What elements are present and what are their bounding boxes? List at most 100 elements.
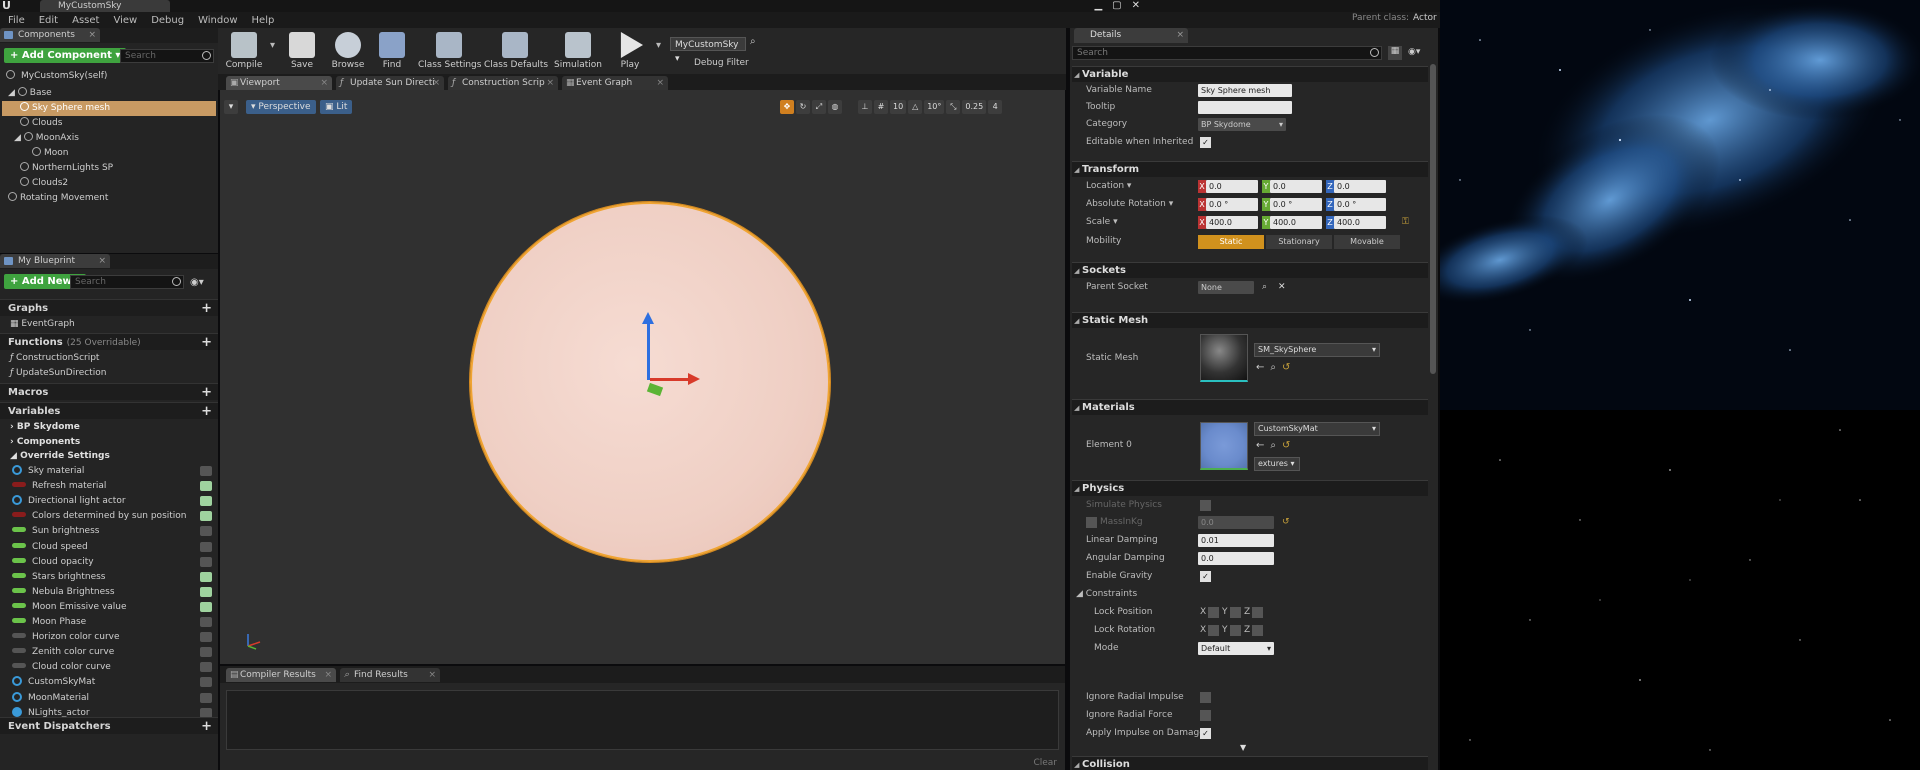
- gizmo-z-axis[interactable]: [647, 322, 650, 380]
- close-icon[interactable]: ✕: [1132, 0, 1140, 11]
- static-mesh-thumbnail[interactable]: [1200, 334, 1248, 382]
- visibility-eye-icon[interactable]: [200, 481, 212, 492]
- lock-rotation-x-checkbox[interactable]: [1208, 625, 1219, 636]
- function-update-sun-direction[interactable]: ƒ UpdateSunDirection: [0, 366, 218, 381]
- variables-header[interactable]: Variables +: [0, 402, 218, 419]
- variable-item[interactable]: Horizon color curve: [0, 630, 218, 645]
- transform-section[interactable]: Transform: [1072, 161, 1428, 178]
- variable-item[interactable]: Colors determined by sun position: [0, 509, 218, 524]
- location-x-input[interactable]: 0.0: [1206, 180, 1258, 193]
- visibility-eye-icon[interactable]: [200, 556, 212, 567]
- macros-header[interactable]: Macros +: [0, 383, 218, 400]
- graphs-header[interactable]: Graphs +: [0, 299, 218, 316]
- find-button[interactable]: Find: [368, 30, 416, 72]
- visibility-eye-icon[interactable]: [200, 541, 212, 552]
- variable-item[interactable]: Moon Phase: [0, 615, 218, 630]
- details-search-input[interactable]: Search: [1072, 46, 1382, 60]
- tree-item-base[interactable]: ◢ Base: [2, 86, 216, 101]
- reset-icon[interactable]: ↺: [1282, 362, 1296, 373]
- tree-item-rotating-movement[interactable]: Rotating Movement: [2, 191, 216, 206]
- editable-inherited-checkbox[interactable]: ✓: [1200, 137, 1211, 148]
- simulate-physics-checkbox[interactable]: [1200, 500, 1211, 511]
- visibility-eye-icon[interactable]: [200, 662, 212, 673]
- variable-item[interactable]: Moon Emissive value: [0, 600, 218, 615]
- visibility-eye-icon[interactable]: [200, 617, 212, 627]
- details-tab[interactable]: Details ×: [1074, 28, 1188, 43]
- rotation-snap-icon[interactable]: △: [908, 100, 923, 114]
- textures-button[interactable]: extures ▾: [1254, 457, 1300, 471]
- close-icon[interactable]: ×: [546, 76, 554, 90]
- property-matrix-icon[interactable]: ▦: [1388, 46, 1402, 60]
- constraints-row[interactable]: ◢ Constraints: [1072, 586, 1428, 603]
- mobility-movable-button[interactable]: Movable: [1334, 235, 1400, 249]
- camera-speed-value[interactable]: 4: [988, 100, 1003, 114]
- search-icon[interactable]: ⌕: [1262, 279, 1267, 296]
- variable-name-input[interactable]: Sky Sphere mesh: [1198, 84, 1292, 97]
- variable-section[interactable]: Variable: [1072, 66, 1428, 83]
- compile-button[interactable]: Compile: [220, 30, 268, 72]
- tree-item-clouds2[interactable]: Clouds2: [2, 176, 216, 191]
- variable-item[interactable]: MoonMaterial: [0, 691, 218, 706]
- tab-update-sun-direction[interactable]: ƒ Update Sun Directi ×: [336, 76, 444, 90]
- menu-file[interactable]: File: [8, 15, 25, 26]
- apply-impulse-checkbox[interactable]: ✓: [1200, 728, 1211, 739]
- lock-scale-icon[interactable]: ⚿: [1402, 214, 1409, 231]
- location-y-input[interactable]: 0.0: [1270, 180, 1322, 193]
- menu-debug[interactable]: Debug: [151, 15, 184, 26]
- grid-snap-value[interactable]: 10: [890, 100, 907, 114]
- translate-icon[interactable]: ✥: [780, 100, 794, 114]
- components-search-input[interactable]: Search: [120, 49, 214, 63]
- surface-snap-icon[interactable]: ⊥: [858, 100, 872, 114]
- scale-x-input[interactable]: 400.0: [1206, 216, 1258, 229]
- visibility-eye-icon[interactable]: [200, 677, 212, 688]
- rotation-x-input[interactable]: 0.0 °: [1206, 198, 1258, 211]
- lock-rotation-y-checkbox[interactable]: [1230, 625, 1241, 636]
- reset-icon[interactable]: ↺: [1282, 514, 1290, 531]
- rotation-y-input[interactable]: 0.0 °: [1270, 198, 1322, 211]
- tree-item-moonaxis[interactable]: ◢ MoonAxis: [2, 131, 216, 146]
- clear-icon[interactable]: ✕: [1278, 279, 1286, 296]
- mass-input[interactable]: 0.0: [1198, 516, 1274, 529]
- tree-item-sky-sphere-mesh[interactable]: Sky Sphere mesh: [2, 101, 216, 116]
- angular-damping-input[interactable]: 0.0: [1198, 552, 1274, 565]
- static-mesh-select[interactable]: SM_SkySphere ▾: [1254, 343, 1380, 357]
- mobility-static-button[interactable]: Static: [1198, 235, 1264, 249]
- close-icon[interactable]: ×: [88, 28, 96, 42]
- tab-construction-script[interactable]: ƒ Construction Scrip ×: [448, 76, 558, 90]
- minimize-icon[interactable]: ▁: [1094, 0, 1102, 11]
- details-scrollbar[interactable]: [1430, 64, 1436, 374]
- mobility-stationary-button[interactable]: Stationary: [1266, 235, 1332, 249]
- viewport-options-chevron-icon[interactable]: ▾: [224, 100, 238, 114]
- variable-item[interactable]: Directional light actor: [0, 494, 218, 509]
- parent-socket-input[interactable]: None: [1198, 281, 1254, 294]
- variable-item[interactable]: Sun brightness: [0, 524, 218, 539]
- close-icon[interactable]: ×: [428, 668, 436, 682]
- visibility-eye-icon[interactable]: [200, 632, 212, 643]
- view-options-icon[interactable]: ◉▾: [1408, 47, 1420, 57]
- simulation-button[interactable]: Simulation: [554, 30, 602, 72]
- compile-options-chevron-icon[interactable]: ▾: [270, 40, 275, 51]
- perspective-button[interactable]: ▾ Perspective: [246, 100, 316, 114]
- menu-window[interactable]: Window: [198, 15, 237, 26]
- visibility-eye-icon[interactable]: [200, 571, 212, 582]
- class-defaults-button[interactable]: Class Defaults: [484, 30, 548, 72]
- sockets-section[interactable]: Sockets: [1072, 262, 1428, 279]
- save-button[interactable]: Save: [278, 30, 326, 72]
- static-mesh-section[interactable]: Static Mesh: [1072, 312, 1428, 329]
- material-thumbnail[interactable]: [1200, 422, 1248, 470]
- use-selected-icon[interactable]: ←: [1256, 362, 1270, 373]
- variable-item[interactable]: Cloud color curve: [0, 660, 218, 675]
- world-local-icon[interactable]: ◍: [828, 100, 842, 114]
- document-tab[interactable]: MyCustomSky: [40, 0, 170, 12]
- blueprint-search-input[interactable]: Search: [70, 275, 184, 289]
- variable-item[interactable]: Stars brightness: [0, 570, 218, 585]
- my-blueprint-tab[interactable]: My Blueprint ×: [0, 254, 110, 268]
- mode-select[interactable]: Default ▾: [1198, 642, 1274, 655]
- add-graph-icon[interactable]: +: [201, 300, 212, 317]
- add-macro-icon[interactable]: +: [201, 384, 212, 401]
- viewport[interactable]: ▾ ▾ Perspective ▣ Lit ✥ ↻ ⤢ ◍ ⊥ # 10 △ 1…: [220, 90, 1065, 664]
- close-icon[interactable]: ×: [98, 254, 106, 268]
- advanced-expand-icon[interactable]: ▼: [1240, 743, 1246, 752]
- self-row[interactable]: MyCustomSky(self): [6, 70, 107, 81]
- maximize-icon[interactable]: ▢: [1112, 0, 1121, 11]
